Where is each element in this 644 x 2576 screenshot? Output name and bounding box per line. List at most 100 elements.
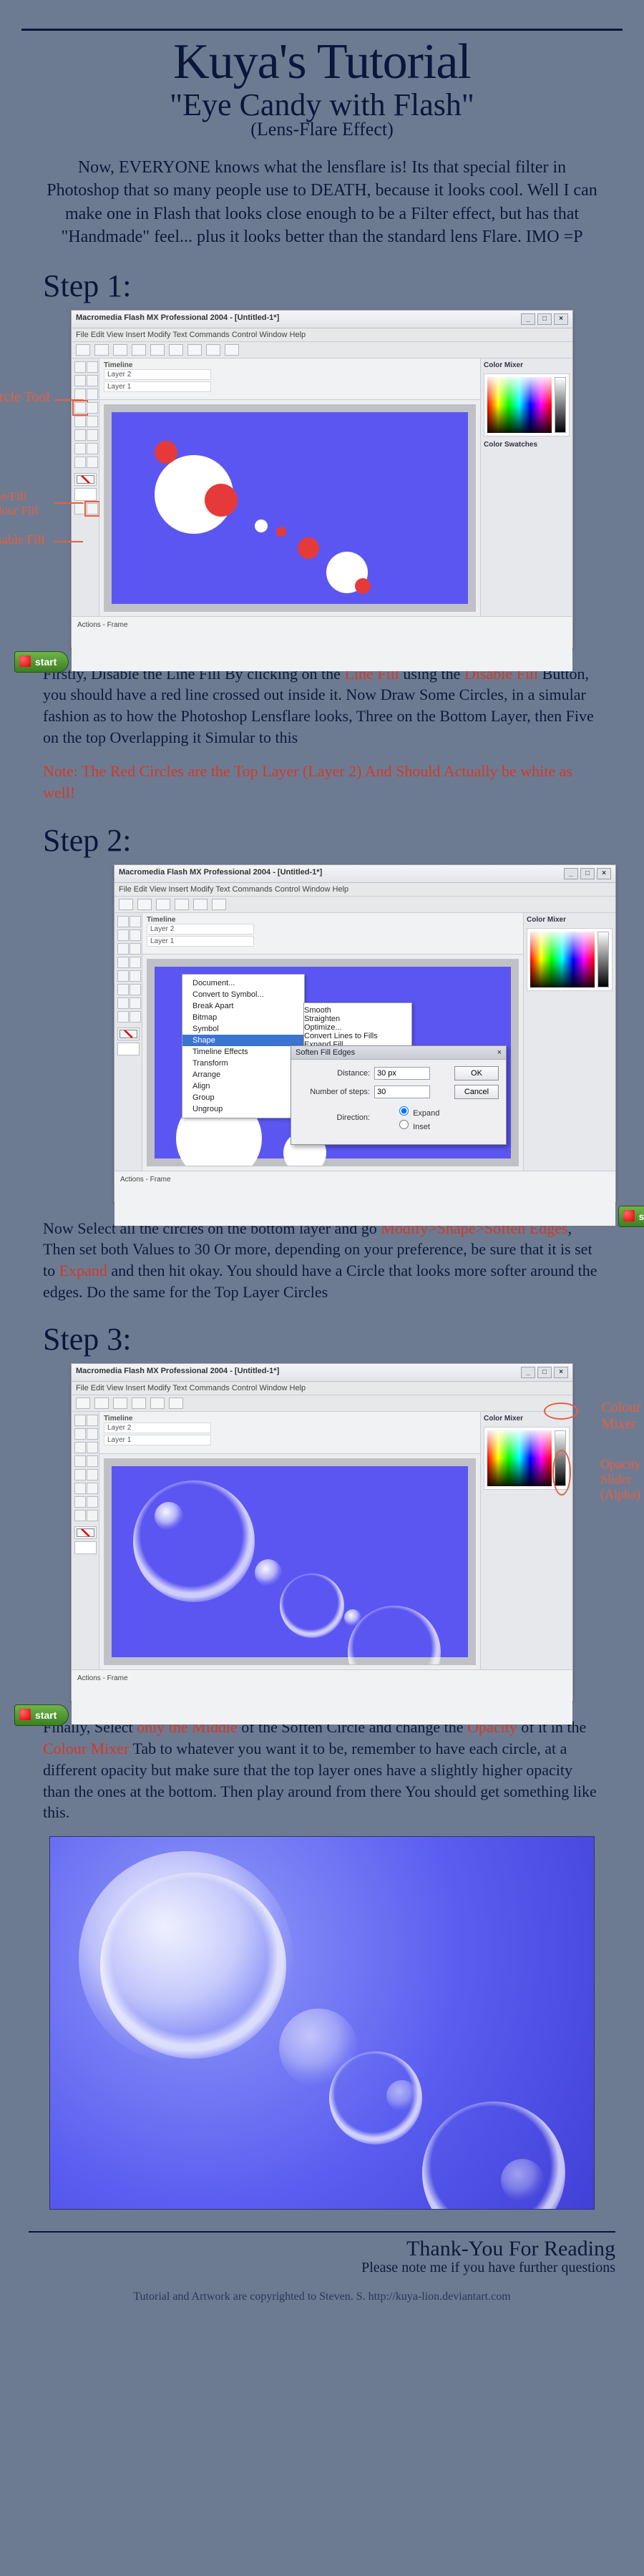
fill-color-swatch[interactable] [117,1043,140,1055]
timeline-panel[interactable]: Timeline Layer 2 Layer 1 [99,358,480,401]
ok-button[interactable]: OK [454,1066,499,1080]
selection-tool-icon[interactable] [74,361,86,373]
brush-tool-icon[interactable] [87,416,98,427]
screenshot-step-1: start Macromedia Flash MX Professional 2… [71,310,573,648]
steps-input[interactable] [374,1085,430,1098]
eyedropper-icon[interactable] [74,457,86,468]
menu-item[interactable]: Transform [182,1058,304,1069]
expand-radio[interactable] [399,1106,409,1116]
stage[interactable] [104,1458,476,1665]
close-button[interactable]: × [597,868,611,879]
stage[interactable]: Document... Convert to Symbol... Break A… [147,959,519,1166]
alpha-slider[interactable] [555,377,566,433]
tools-panel[interactable] [72,1412,99,1669]
color-spectrum[interactable] [487,377,552,433]
minimize-button[interactable]: _ [521,313,535,325]
dialog-close-icon[interactable]: × [497,1048,502,1057]
layer-row[interactable]: Layer 1 [147,936,254,947]
maximize-button[interactable]: □ [537,1367,552,1378]
stroke-color-swatch[interactable] [74,473,97,486]
layer-row[interactable]: Layer 2 [104,1423,211,1433]
fill-transform-icon[interactable] [87,429,98,441]
color-spectrum[interactable] [487,1430,552,1486]
cancel-button[interactable]: Cancel [454,1085,499,1099]
fill-color-swatch[interactable] [74,488,97,501]
stroke-color-swatch[interactable] [74,1526,97,1539]
inset-radio[interactable] [399,1120,409,1129]
text-tool-icon[interactable] [87,389,98,400]
eraser-icon[interactable] [87,457,98,468]
timeline-panel[interactable]: Timeline Layer 2 Layer 1 [142,913,523,955]
ink-bottle-icon[interactable] [74,443,86,454]
close-button[interactable]: × [554,313,568,325]
start-button[interactable]: start [618,1206,644,1227]
menu-item[interactable]: Symbol [182,1023,304,1035]
color-spectrum[interactable] [530,932,595,987]
maximize-button[interactable]: □ [580,868,595,879]
screenshot-step-2: start Macromedia Flash MX Professional 2… [114,864,616,1202]
fill-color-swatch[interactable] [74,1541,97,1554]
main-toolbar[interactable] [72,342,572,358]
properties-panel[interactable]: Actions - Frame [72,616,572,671]
no-color-icon[interactable] [87,503,98,514]
pencil-tool-icon[interactable] [74,416,86,427]
paint-bucket-icon[interactable] [87,443,98,454]
menu-bar[interactable]: File Edit View Insert Modify Text Comman… [72,1382,572,1395]
menu-item[interactable]: Convert to Symbol... [182,989,304,1000]
stage[interactable] [104,404,476,611]
layer-name: Layer 2 [107,371,131,379]
start-button[interactable]: start [14,651,69,673]
layer-row[interactable]: Layer 1 [104,381,211,392]
maximize-button[interactable]: □ [537,313,552,325]
text-highlight: Expand [59,1262,107,1279]
tools-panel[interactable] [72,358,99,616]
timeline-panel[interactable]: Timeline Layer 2 Layer 1 [99,1412,480,1454]
line-tool-icon[interactable] [74,375,86,386]
menu-item[interactable]: Arrange [182,1069,304,1080]
oval-tool-icon[interactable] [74,402,86,414]
color-mixer-panel[interactable] [484,374,570,436]
distance-input[interactable] [374,1067,430,1080]
menu-item[interactable]: Document... [182,977,304,989]
menu-item[interactable]: Ungroup [182,1103,304,1115]
menu-item[interactable]: Convert Lines to Fills [304,1032,411,1040]
lasso-tool-icon[interactable] [87,375,98,386]
close-button[interactable]: × [554,1367,568,1378]
layer-row[interactable]: Layer 2 [147,924,254,935]
app-title: Macromedia Flash MX Professional 2004 - … [76,313,279,325]
menu-item[interactable]: Smooth [304,1006,411,1015]
swap-colors-icon[interactable] [74,503,86,514]
menu-item[interactable]: Align [182,1080,304,1092]
step-3-para: Finally, Select only the Middle of the S… [43,1717,601,1823]
menu-item[interactable]: Straighten [304,1015,411,1023]
menu-item[interactable]: Optimize... [304,1023,411,1032]
flare [422,2102,565,2210]
properties-panel[interactable]: Actions - Frame [72,1669,572,1724]
menu-item-shape[interactable]: Shape [182,1035,304,1046]
menu-bar[interactable]: File Edit View Insert Modify Text Comman… [72,328,572,342]
start-button[interactable]: start [14,1704,69,1726]
minimize-button[interactable]: _ [564,868,578,879]
modify-menu[interactable]: Document... Convert to Symbol... Break A… [182,974,305,1118]
main-toolbar[interactable] [72,1395,572,1412]
pen-tool-icon[interactable] [74,389,86,400]
annotation-line-fill: Line/Fill Colour Fill [0,489,38,518]
main-toolbar[interactable] [114,897,615,913]
stroke-color-swatch[interactable] [117,1028,140,1040]
properties-panel[interactable]: Actions - Frame [114,1171,615,1226]
layer-row[interactable]: Layer 2 [104,369,211,380]
rect-tool-icon[interactable] [87,402,98,414]
subselect-tool-icon[interactable] [87,361,98,373]
color-mixer-panel[interactable] [527,928,613,991]
right-panels: Color Mixer [523,913,615,1171]
layer-row[interactable]: Layer 1 [104,1435,211,1445]
menu-item[interactable]: Bitmap [182,1012,304,1023]
minimize-button[interactable]: _ [521,1367,535,1378]
menu-item[interactable]: Group [182,1092,304,1103]
menu-bar[interactable]: File Edit View Insert Modify Text Comman… [114,883,615,897]
transform-tool-icon[interactable] [74,429,86,441]
tools-panel[interactable] [114,913,142,1171]
menu-item[interactable]: Break Apart [182,1000,304,1012]
alpha-slider[interactable] [597,932,609,987]
menu-item[interactable]: Timeline Effects [182,1046,304,1058]
